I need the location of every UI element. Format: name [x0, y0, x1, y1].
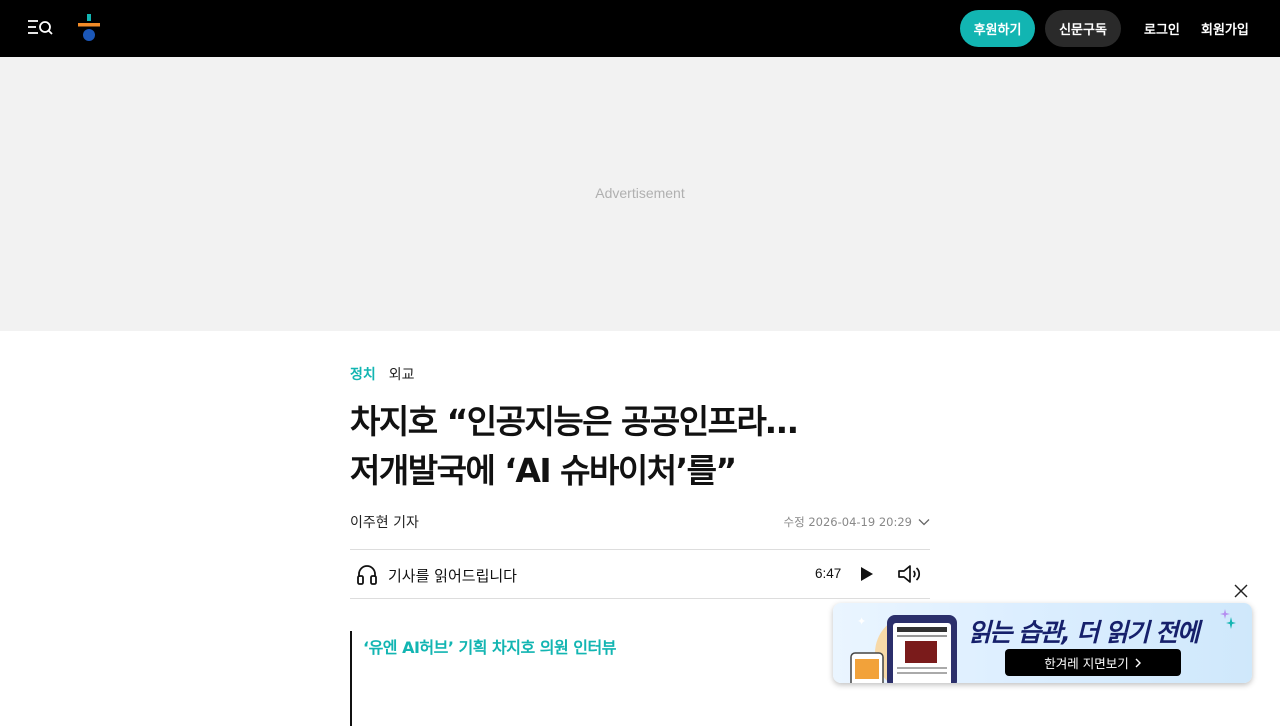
modified-date-toggle[interactable]: 수정 2026-04-19 20:29 — [784, 514, 930, 530]
volume-icon[interactable] — [896, 562, 922, 586]
promo-title: 읽는 습관, 더 읽기 전에 — [968, 618, 1200, 647]
author-byline[interactable]: 이주현 기자 — [350, 512, 419, 532]
article-headline: 차지호 “인공지능은 공공인프라… 저개발국에 ‘AI 슈바이처’를” — [350, 397, 930, 495]
newspaper-phone-illustration-icon: ✦ — [850, 615, 957, 683]
play-icon[interactable] — [857, 565, 875, 583]
chevron-right-icon — [1135, 658, 1141, 667]
top-navigation-bar: 후원하기 신문구독 로그인 회원가입 — [0, 0, 1280, 57]
close-icon[interactable] — [1232, 582, 1250, 600]
tts-player: 기사를 읽어드립니다 6:47 — [350, 549, 930, 599]
chevron-down-icon — [918, 519, 930, 526]
modified-date: 수정 2026-04-19 20:29 — [783, 515, 912, 529]
promo-button-label: 한겨레 지면보기 — [1044, 656, 1129, 671]
breadcrumb-subsection-diplomacy[interactable]: 외교 — [389, 364, 415, 384]
tts-duration: 6:47 — [815, 566, 842, 581]
view-print-edition-button[interactable]: 한겨레 지면보기 — [1005, 649, 1181, 676]
hani-logo-icon[interactable] — [76, 14, 102, 44]
advertisement-banner[interactable]: Advertisement — [0, 57, 1280, 331]
subheading-text: ‘유엔 AI허브’ 기획 차지호 의원 인터뷰 — [363, 638, 616, 657]
headphones-icon — [357, 565, 377, 585]
print-edition-promo-banner[interactable]: ✦ 읽는 습관, 더 읽기 전에 한겨레 지면보기 — [833, 603, 1252, 683]
breadcrumb-section-politics[interactable]: 정치 — [350, 364, 376, 384]
breadcrumb: 정치 외교 — [350, 364, 415, 384]
advertisement-label: Advertisement — [595, 185, 685, 201]
article-subheading: ‘유엔 AI허브’ 기획 차지호 의원 인터뷰 — [350, 631, 750, 726]
svg-text:✦: ✦ — [857, 615, 866, 628]
sparkle-icon — [1220, 609, 1236, 629]
tts-label: 기사를 읽어드립니다 — [388, 567, 517, 585]
headline-line-1: 차지호 “인공지능은 공공인프라… — [350, 402, 798, 441]
support-button[interactable]: 후원하기 — [960, 10, 1035, 47]
menu-search-icon[interactable] — [26, 16, 54, 40]
login-link[interactable]: 로그인 — [1144, 19, 1180, 38]
headline-line-2: 저개발국에 ‘AI 슈바이처’를” — [350, 451, 737, 490]
signup-link[interactable]: 회원가입 — [1201, 19, 1249, 38]
subscribe-button[interactable]: 신문구독 — [1045, 10, 1121, 47]
